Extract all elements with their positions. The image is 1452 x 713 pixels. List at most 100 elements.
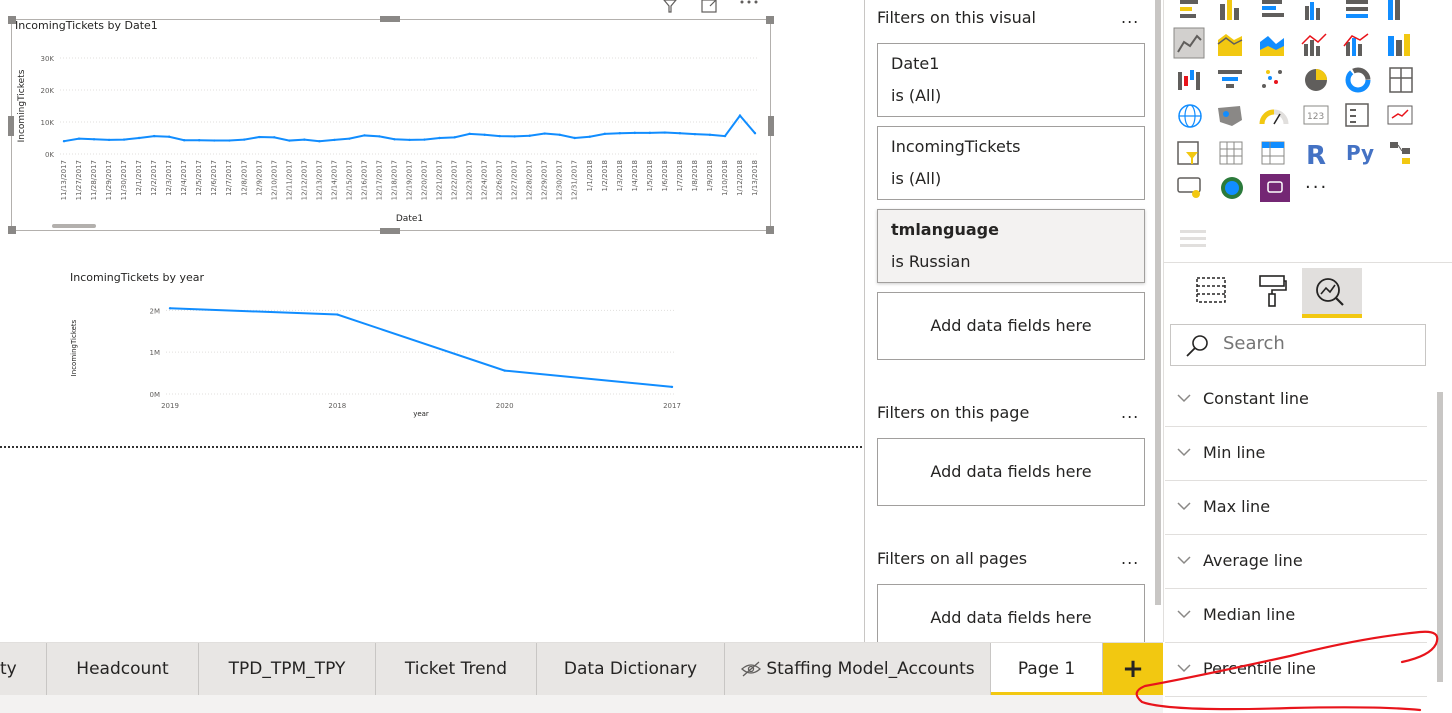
data-point[interactable] bbox=[167, 135, 171, 138]
line-and-clustered-column-chart-icon[interactable] bbox=[1343, 33, 1369, 56]
filter-card-tmlanguage[interactable]: tmlanguage is Russian bbox=[877, 209, 1145, 283]
fields-tab-icon[interactable] bbox=[1194, 272, 1230, 308]
more-visuals-icon[interactable]: ... bbox=[1305, 172, 1328, 193]
pie-chart-icon[interactable] bbox=[1305, 69, 1327, 91]
waterfall-chart-icon[interactable] bbox=[1178, 70, 1200, 90]
data-point[interactable] bbox=[498, 134, 501, 138]
filter-icon[interactable] bbox=[663, 0, 677, 13]
kpi-icon[interactable] bbox=[1387, 105, 1413, 125]
map-icon[interactable] bbox=[1178, 104, 1202, 128]
tab-ticket-trend[interactable]: Ticket Trend bbox=[376, 643, 537, 695]
data-point[interactable] bbox=[182, 139, 186, 142]
100-stacked-column-chart-icon[interactable] bbox=[1388, 0, 1400, 20]
data-point[interactable] bbox=[663, 131, 667, 134]
data-point[interactable] bbox=[670, 385, 674, 389]
analytics-max-line[interactable]: Max line bbox=[1165, 481, 1427, 535]
ribbon-chart-icon[interactable] bbox=[1388, 34, 1410, 56]
data-point[interactable] bbox=[633, 131, 637, 135]
qa-visual-icon[interactable] bbox=[1177, 177, 1201, 198]
filter-card-incomingtickets[interactable]: IncomingTickets is (All) bbox=[877, 126, 1145, 200]
analytics-tab-icon[interactable] bbox=[1302, 268, 1362, 320]
data-point[interactable] bbox=[168, 307, 172, 310]
analytics-constant-line[interactable]: Constant line bbox=[1165, 373, 1427, 427]
data-point[interactable] bbox=[483, 133, 486, 136]
area-chart-icon[interactable] bbox=[1217, 34, 1243, 56]
more-options-icon[interactable]: ... bbox=[1121, 8, 1139, 27]
data-point[interactable] bbox=[393, 138, 396, 141]
clustered-column-chart-icon[interactable] bbox=[1305, 2, 1320, 20]
tab-tpd-tpm-tpy[interactable]: TPD_TPM_TPY bbox=[199, 643, 376, 695]
data-point[interactable] bbox=[543, 132, 546, 135]
decomposition-tree-icon[interactable] bbox=[1390, 142, 1410, 164]
slicer-icon[interactable] bbox=[1177, 141, 1199, 165]
line-chart-icon[interactable] bbox=[1173, 27, 1205, 59]
data-point[interactable] bbox=[573, 136, 576, 140]
multi-row-card-icon[interactable] bbox=[1345, 103, 1369, 127]
r-visual-icon[interactable]: R bbox=[1306, 141, 1326, 171]
data-point[interactable] bbox=[137, 136, 141, 140]
data-point[interactable] bbox=[678, 132, 682, 135]
data-point[interactable] bbox=[336, 313, 339, 316]
data-point[interactable] bbox=[378, 135, 381, 138]
analytics-average-line[interactable]: Average line bbox=[1165, 535, 1427, 589]
data-point[interactable] bbox=[738, 114, 742, 117]
gauge-icon[interactable] bbox=[1259, 109, 1289, 125]
format-paint-roller-icon[interactable] bbox=[1256, 272, 1288, 308]
chart1-plot[interactable]: 0K 10K 20K 30K 11/13/2017 11/27/2017 11/28/201… bbox=[12, 34, 768, 228]
data-point[interactable] bbox=[618, 132, 622, 135]
data-point[interactable] bbox=[708, 133, 712, 136]
clustered-bar-chart-icon[interactable] bbox=[1262, 0, 1284, 17]
filter-card-date1[interactable]: Date1 is (All) bbox=[877, 43, 1145, 117]
data-point[interactable] bbox=[92, 138, 96, 141]
scatter-chart-icon[interactable] bbox=[1262, 70, 1282, 88]
analytics-percentile-line[interactable]: Percentile line bbox=[1165, 643, 1427, 697]
100-stacked-bar-chart-icon[interactable] bbox=[1346, 0, 1368, 18]
analytics-median-line[interactable]: Median line bbox=[1165, 589, 1427, 643]
data-point[interactable] bbox=[648, 131, 652, 135]
data-point[interactable] bbox=[318, 140, 321, 143]
data-point[interactable] bbox=[363, 134, 366, 137]
tab-headcount[interactable]: Headcount bbox=[47, 643, 199, 695]
data-point[interactable] bbox=[438, 136, 441, 140]
fields-well-icon[interactable] bbox=[1178, 226, 1210, 254]
data-point[interactable] bbox=[213, 139, 216, 142]
filters-scrollbar[interactable] bbox=[1155, 0, 1161, 605]
resize-handle[interactable] bbox=[380, 16, 400, 22]
resize-handle[interactable] bbox=[768, 116, 774, 136]
focus-mode-icon[interactable] bbox=[701, 0, 717, 13]
data-point[interactable] bbox=[723, 134, 727, 138]
resize-handle[interactable] bbox=[766, 16, 774, 24]
card-icon[interactable]: 123 bbox=[1303, 105, 1329, 125]
data-point[interactable] bbox=[303, 138, 306, 141]
arcgis-map-icon[interactable] bbox=[1221, 177, 1243, 199]
filled-map-icon[interactable] bbox=[1218, 106, 1242, 126]
treemap-icon[interactable] bbox=[1389, 67, 1413, 93]
data-point[interactable] bbox=[603, 132, 606, 136]
data-point[interactable] bbox=[503, 369, 506, 372]
series-line[interactable] bbox=[169, 307, 673, 388]
stacked-area-chart-icon[interactable] bbox=[1260, 36, 1284, 56]
data-point[interactable] bbox=[423, 138, 426, 141]
data-point[interactable] bbox=[408, 138, 411, 142]
analytics-min-line[interactable]: Min line bbox=[1165, 427, 1427, 481]
analytics-scrollbar[interactable] bbox=[1437, 392, 1443, 682]
tab-staffing-model-accounts[interactable]: Staffing Model_Accounts bbox=[725, 643, 991, 695]
tab-page-1[interactable]: Page 1 bbox=[991, 643, 1103, 695]
data-point[interactable] bbox=[258, 135, 261, 139]
data-point[interactable] bbox=[588, 135, 591, 138]
funnel-chart-icon[interactable] bbox=[1218, 70, 1242, 88]
data-point[interactable] bbox=[77, 137, 81, 140]
line-and-stacked-column-chart-icon[interactable] bbox=[1301, 33, 1327, 56]
data-point[interactable] bbox=[197, 139, 201, 142]
data-point[interactable] bbox=[122, 138, 126, 141]
add-data-fields-visual[interactable]: Add data fields here bbox=[877, 292, 1145, 360]
data-point[interactable] bbox=[453, 136, 456, 139]
data-point[interactable] bbox=[273, 136, 276, 139]
analytics-search-box[interactable] bbox=[1170, 324, 1426, 366]
add-data-fields-page[interactable]: Add data fields here bbox=[877, 438, 1145, 506]
data-point[interactable] bbox=[152, 134, 156, 138]
more-options-icon[interactable]: ... bbox=[1121, 403, 1139, 422]
data-point[interactable] bbox=[288, 139, 291, 142]
python-visual-icon[interactable]: Py bbox=[1346, 141, 1374, 165]
data-point[interactable] bbox=[513, 135, 516, 138]
